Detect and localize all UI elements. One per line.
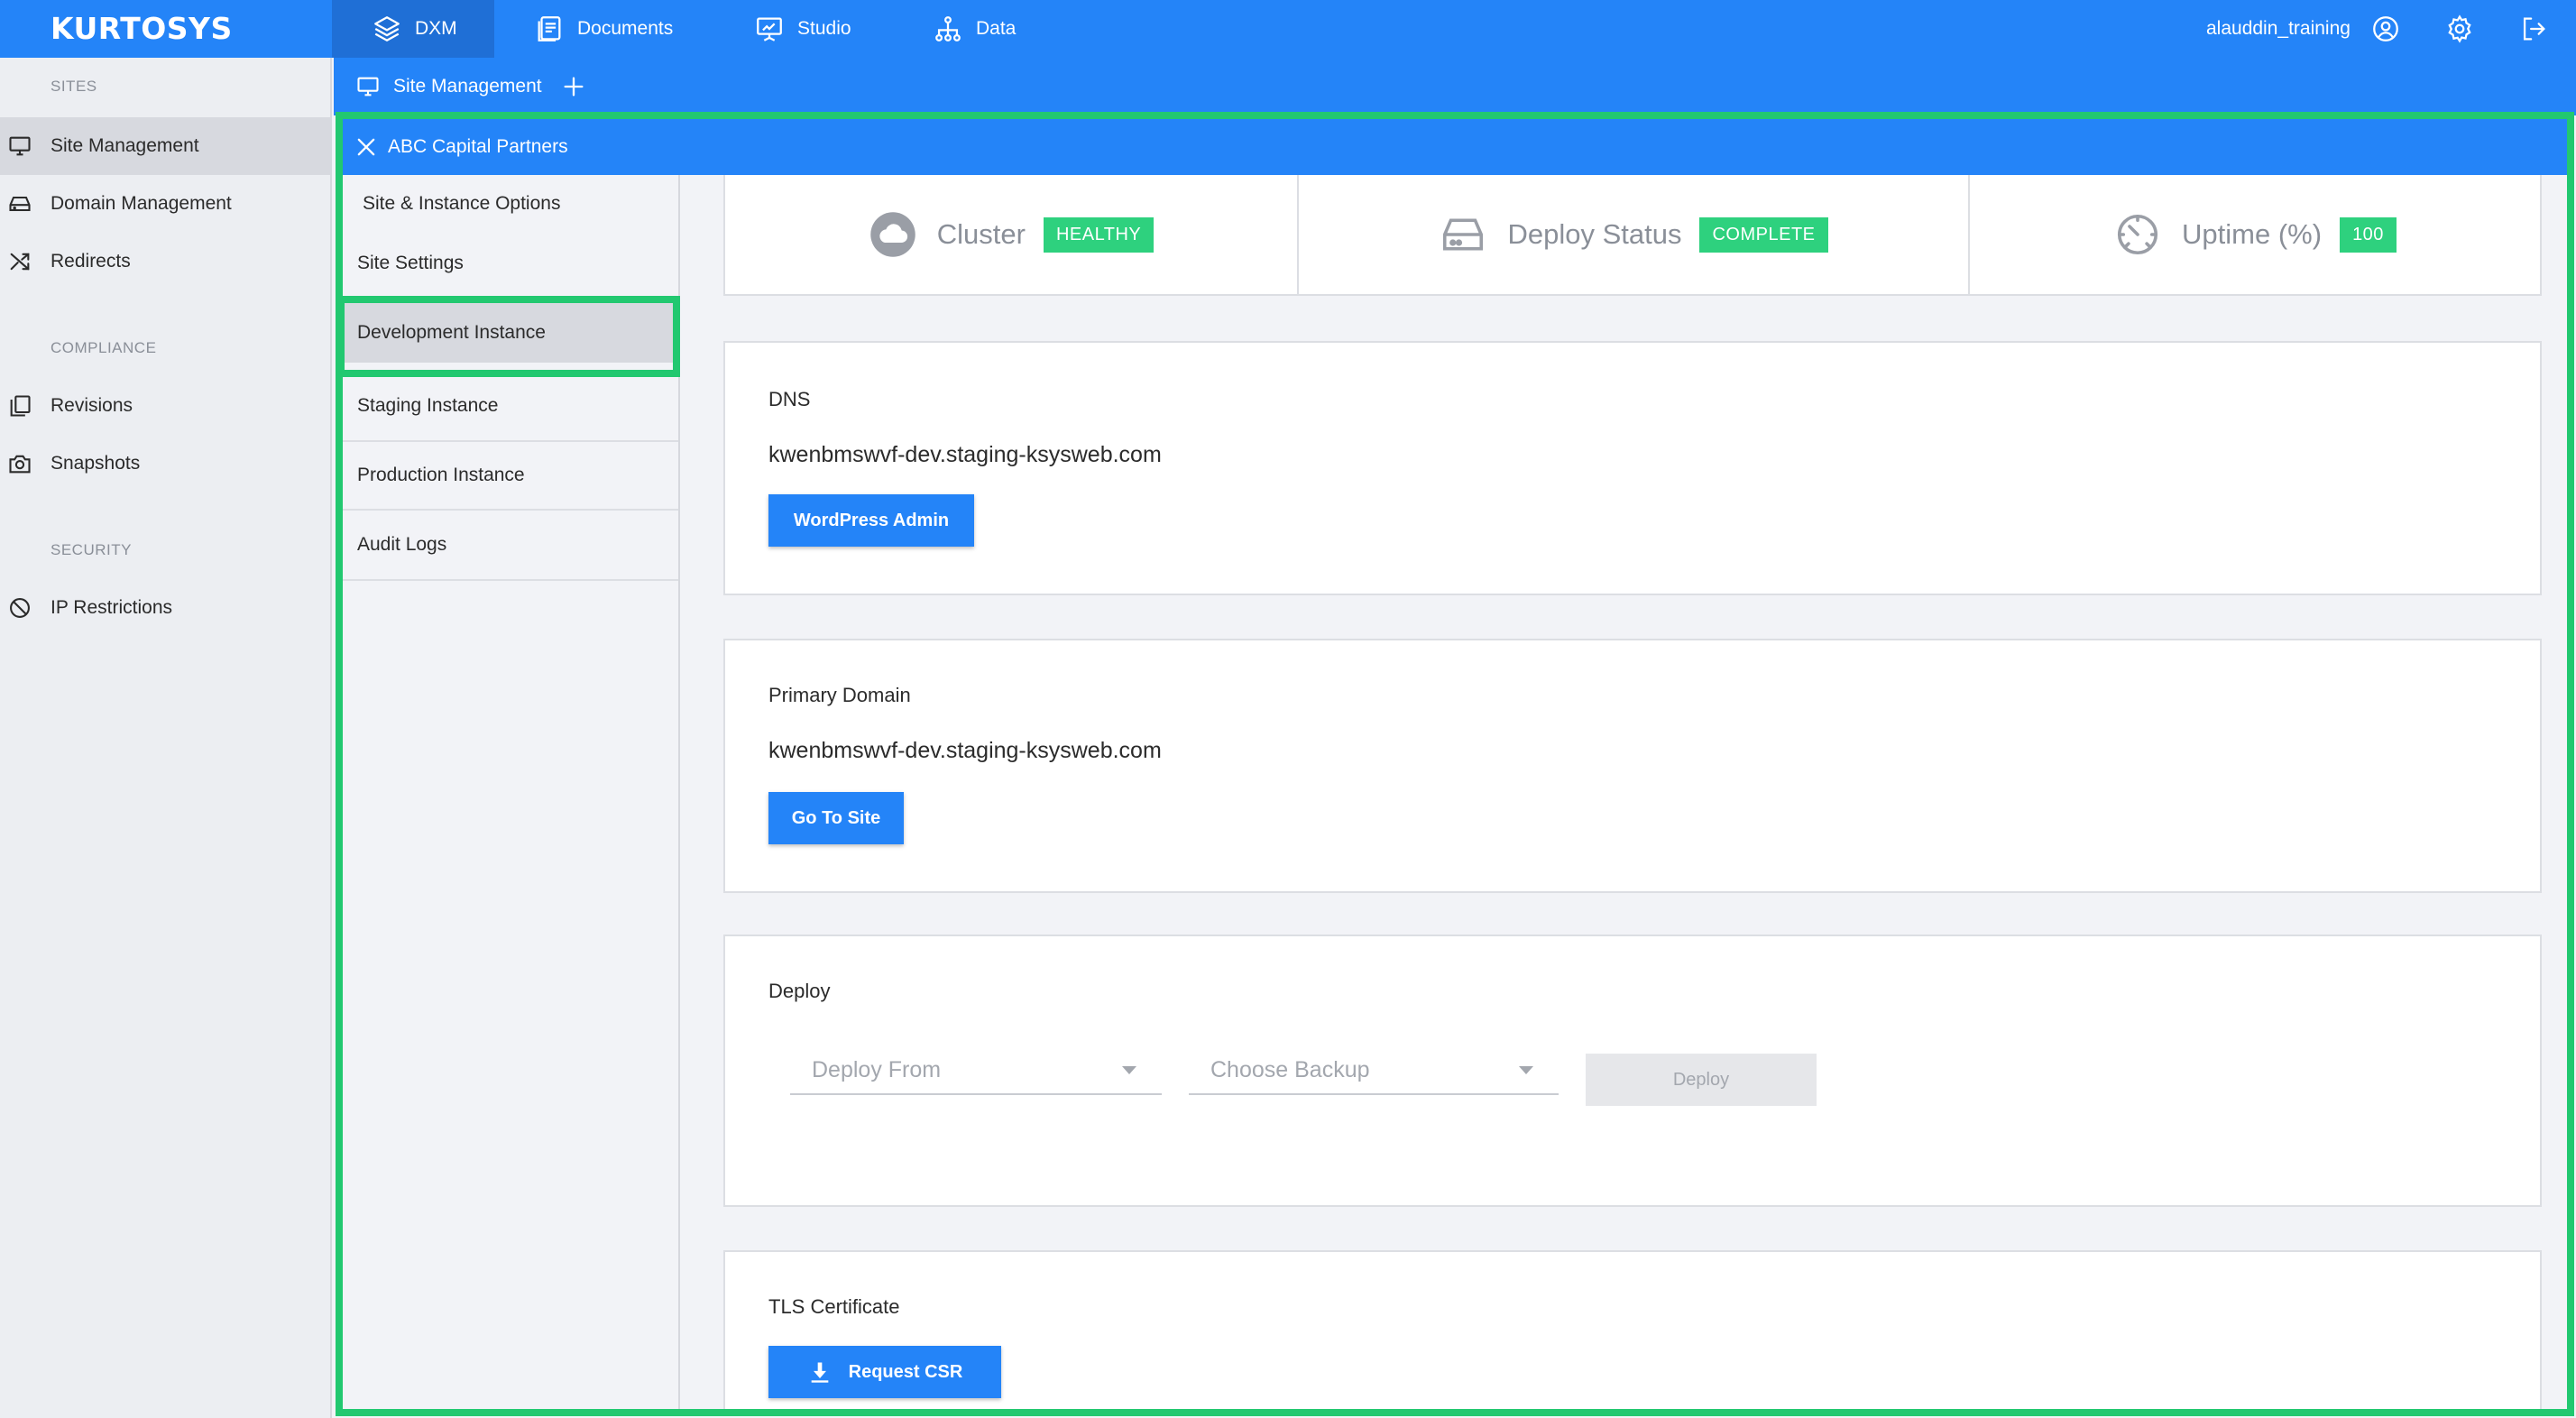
sidebar-item-label: Redirects [51,251,131,272]
sidebar-item-label: Site Management [51,135,199,156]
section-compliance-title: COMPLIANCE [51,339,157,356]
request-csr-label: Request CSR [848,1361,963,1382]
nav-documents[interactable]: Documents [534,0,673,58]
nav-data[interactable]: Data [933,0,1016,58]
sidebar-item-label: Revisions [51,395,133,416]
primary-domain-title: Primary Domain [768,684,911,706]
deploy-button[interactable]: Deploy [1586,1054,1817,1106]
instance-menu: Site & Instance Options Site Settings De… [343,175,680,1409]
chevron-down-icon [1519,1066,1533,1074]
cloud-icon [870,212,915,257]
layers-icon [374,16,400,41]
section-sites-title: SITES [51,78,97,95]
nav-studio[interactable]: Studio [754,0,851,58]
sidebar-item-redirects[interactable]: Redirects [0,233,330,290]
choose-backup-placeholder: Choose Backup [1210,1056,1370,1082]
site-management-tab-bar: Site Management [334,58,2576,115]
nav-dxm-label: DXM [415,18,457,39]
dns-card: DNS kwenbmswvf-dev.staging-ksysweb.com W… [723,341,2542,595]
menu-item-label: Site & Instance Options [363,193,561,214]
logout-icon[interactable] [2518,14,2549,44]
site-title: ABC Capital Partners [388,136,568,157]
tls-card: TLS Certificate Request CSR [723,1250,2542,1409]
sidebar-item-site-management[interactable]: Site Management [0,117,330,175]
menu-item-label: Production Instance [357,465,525,485]
documents-icon [538,16,561,41]
deploy-from-placeholder: Deploy From [812,1056,942,1082]
primary-domain-value: kwenbmswvf-dev.staging-ksysweb.com [768,738,1162,763]
primary-domain-card: Primary Domain kwenbmswvf-dev.staging-ks… [723,639,2542,893]
presentation-icon [757,17,782,41]
sidebar-item-label: Snapshots [51,453,141,474]
choose-backup-select[interactable]: Choose Backup [1189,1046,1559,1095]
top-bar: KURTOSYS DXM Documents Studio Data alaud… [0,0,2576,58]
stat-uptime: Uptime (%) 100 [1968,175,2540,294]
camera-icon [9,455,31,474]
menu-item-production-instance[interactable]: Production Instance [343,442,678,511]
logo: KURTOSYS [51,11,233,46]
stat-deploy-status: Deploy Status COMPLETE [1297,175,1968,294]
monitor-icon [357,77,379,97]
sidebar-item-label: IP Restrictions [51,597,172,618]
sidebar-item-revisions[interactable]: Revisions [0,377,330,435]
deploy-title: Deploy [768,980,831,1002]
tls-title: TLS Certificate [768,1295,900,1318]
status-panel: Cluster HEALTHY Deploy Status COMPLETE U… [723,175,2542,296]
hierarchy-icon [935,16,961,41]
nav-data-label: Data [976,18,1017,39]
block-icon [10,598,30,618]
stat-cluster: Cluster HEALTHY [725,175,1297,294]
plus-icon[interactable] [561,74,586,99]
shuffle-icon [10,253,30,271]
sidebar-item-snapshots[interactable]: Snapshots [0,435,330,493]
menu-item-site-instance-options[interactable]: Site & Instance Options [343,175,678,233]
gear-icon[interactable] [2444,14,2475,44]
stat-label: Cluster [936,218,1026,250]
copy-icon [10,395,31,417]
tab-site-management[interactable]: Site Management [393,76,542,97]
sidebar-item-domain-management[interactable]: Domain Management [0,175,330,233]
nav-documents-label: Documents [577,18,674,39]
chevron-down-icon [1122,1066,1136,1074]
download-icon [811,1362,828,1383]
stat-label: Deploy Status [1507,218,1682,250]
dns-value: kwenbmswvf-dev.staging-ksysweb.com [768,442,1162,467]
server-drive-icon [1443,218,1484,251]
nav-dxm[interactable]: DXM [332,0,494,58]
menu-item-staging-instance[interactable]: Staging Instance [343,372,678,442]
wordpress-admin-button[interactable]: WordPress Admin [768,494,974,547]
instance-content: Cluster HEALTHY Deploy Status COMPLETE U… [682,175,2567,1409]
menu-item-development-instance[interactable]: Development Instance [343,303,678,363]
menu-item-audit-logs[interactable]: Audit Logs [343,511,678,581]
go-to-site-button[interactable]: Go To Site [768,792,904,844]
request-csr-button[interactable]: Request CSR [768,1346,1001,1398]
menu-item-label: Development Instance [357,322,546,343]
stat-label: Uptime (%) [2182,218,2323,250]
close-icon[interactable] [354,134,379,160]
sidebar-item-ip-restrictions[interactable]: IP Restrictions [0,579,330,637]
menu-item-label: Staging Instance [357,395,499,416]
status-badge: 100 [2340,216,2397,253]
dns-title: DNS [768,388,811,410]
deploy-from-select[interactable]: Deploy From [790,1046,1162,1095]
status-badge: HEALTHY [1043,216,1155,253]
menu-item-label: Audit Logs [357,534,447,555]
nav-studio-label: Studio [797,18,851,39]
site-title-bar: ABC Capital Partners [343,119,2567,175]
left-sidebar: SITES Site Management Domain Management … [0,58,332,1418]
user-circle-icon[interactable] [2370,14,2401,44]
sidebar-item-label: Domain Management [51,193,232,214]
drive-icon [9,196,31,212]
menu-item-label: Site Settings [357,253,464,273]
status-badge: COMPLETE [1699,216,1828,253]
username[interactable]: alauddin_training [2206,0,2351,58]
menu-item-site-settings[interactable]: Site Settings [343,233,678,294]
section-security-title: SECURITY [51,541,132,558]
gauge-icon [2117,214,2158,255]
monitor-icon [9,136,31,156]
deploy-card: Deploy Deploy From Choose Backup Deploy [723,935,2542,1207]
